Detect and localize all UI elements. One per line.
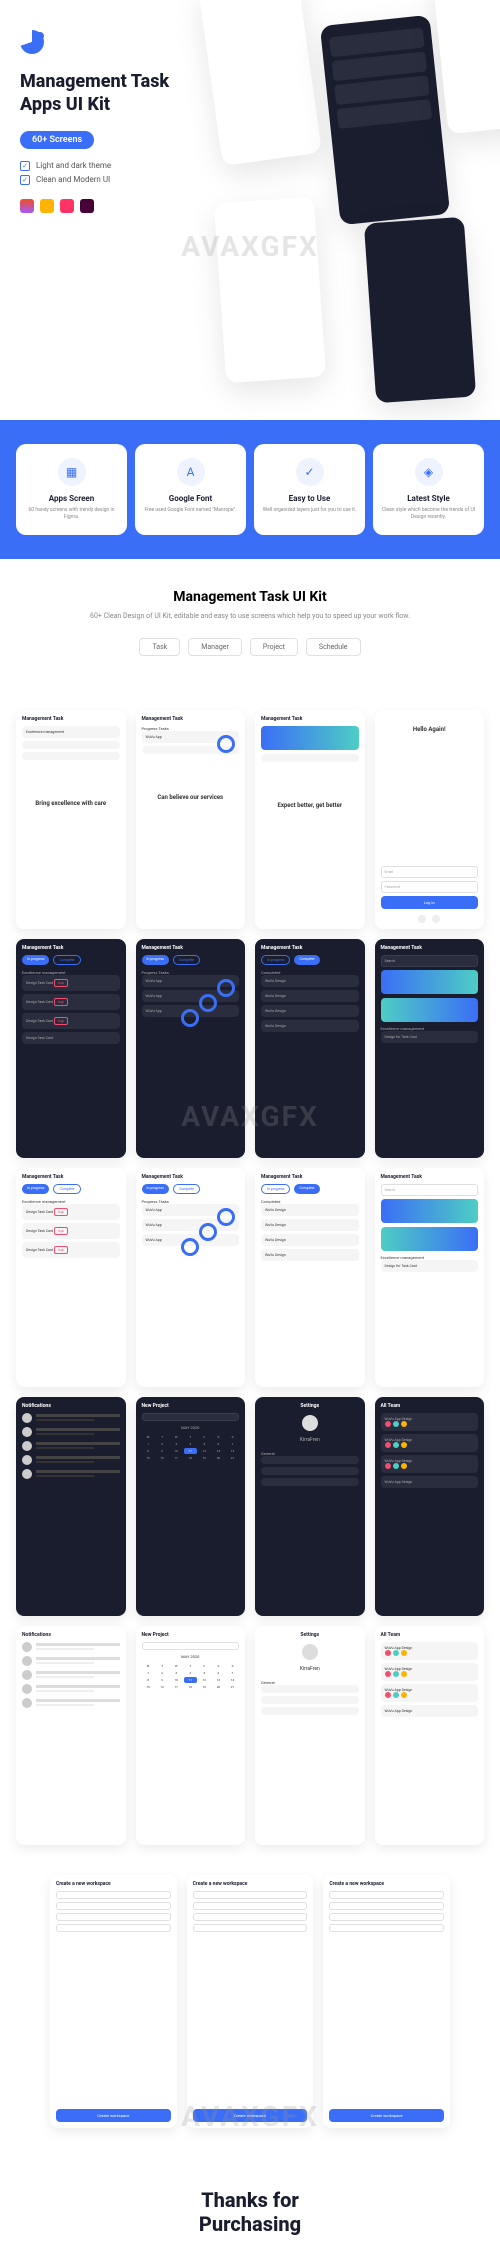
kit-intro: Management Task UI Kit 60+ Clean Design … [0,559,500,710]
feature-card: ✓ Easy to UseWell organized layers just … [254,444,365,535]
xd-icon [80,199,94,213]
screen-grid: Management Task Excellence management Br… [0,710,500,1875]
screen-onboard: Management Task Progress Tasks WuVu App … [136,710,246,929]
kit-subtitle: 60+ Clean Design of UI Kit, editable and… [16,611,484,622]
tag: Schedule [306,638,361,656]
check-icon: ✓ [20,175,30,185]
screen-onboard: Management Task Excellence management Br… [16,710,126,929]
screen-workspace: Create a new workspace Create workspace [50,1875,177,2128]
screens-badge: 60+ Screens [20,131,94,149]
screen-dark-team: All Team WuVu App Design WuVu App Design… [375,1397,485,1616]
screen-light-team: All Team WuVu App Design WuVu App Design… [375,1626,485,1845]
facebook-icon [432,915,440,923]
thanks-section: Thanks forPurchasing [0,2158,500,2256]
screen-onboard: Management Task Expect better, get bette… [255,710,365,929]
screen-dark-notification: Notifications [16,1397,126,1616]
invision-icon [60,199,74,213]
screen-light-progress: Management Task In progressComplete Prog… [136,1168,246,1387]
screen-workspace: Create a new workspace Create workspace [323,1875,450,2128]
screen-light-settings: Settings KirraFren General [255,1626,365,1845]
feature-card: ▦ Apps Screen60 handy screens with trend… [16,444,127,535]
kit-tags: Task Manager Project Schedule [16,638,484,656]
brand-logo [20,30,44,54]
check-icon: ✓ [20,161,30,171]
feature-band: ▦ Apps Screen60 handy screens with trend… [0,420,500,559]
feature-card: ◈ Latest StyleClean style which become t… [373,444,484,535]
screen-workspace: Create a new workspace Create workspace [187,1875,314,2128]
screen-icon: ▦ [58,458,86,486]
screen-dark-settings: Settings KirraFren General [255,1397,365,1616]
screen-light-home: Management Task Search Excellence manage… [375,1168,485,1387]
hero-mockup-light [214,197,326,384]
style-icon: ◈ [415,458,443,486]
feature-card: A Google FontFree used Google Font named… [135,444,246,535]
tag: Project [250,638,298,656]
screen-light-new-project: New Project MAY 2020 MTWTFSS123456789101… [136,1626,246,1845]
screen-login: Hello Again! Email Password Log In [375,710,485,929]
easy-icon: ✓ [296,458,324,486]
hero-mockup-dark [320,15,450,225]
tag: Task [139,638,180,656]
screen-grid-3col: Create a new workspace Create workspace … [0,1875,500,2158]
screen-light-completed: Management Task In progressComplete Comp… [255,1168,365,1387]
hero-mockup-light [198,0,322,166]
screen-dark-progress: Management Task In progressComplete Prog… [136,939,246,1158]
screen-light-tasks: Management Task In progressComplete Exce… [16,1168,126,1387]
figma-icon [20,199,34,213]
screen-dark-tasks: Management Task In progressComplete Exce… [16,939,126,1158]
font-icon: A [177,458,205,486]
screen-light-notification: Notifications [16,1626,126,1845]
kit-title: Management Task UI Kit [16,589,484,605]
screen-dark-home: Management Task Search Excellence manage… [375,939,485,1158]
tag: Manager [188,638,242,656]
hero-mockup-dark [364,217,476,404]
screen-dark-completed: Management Task In progressComplete Comp… [255,939,365,1158]
screen-dark-new-project: New Project MAY 2020 MTWTFSS123456789101… [136,1397,246,1616]
thanks-title: Thanks forPurchasing [0,2188,500,2236]
sketch-icon [40,199,54,213]
hero-section: Management Task Apps UI Kit 60+ Screens … [0,0,500,420]
google-icon [418,915,426,923]
